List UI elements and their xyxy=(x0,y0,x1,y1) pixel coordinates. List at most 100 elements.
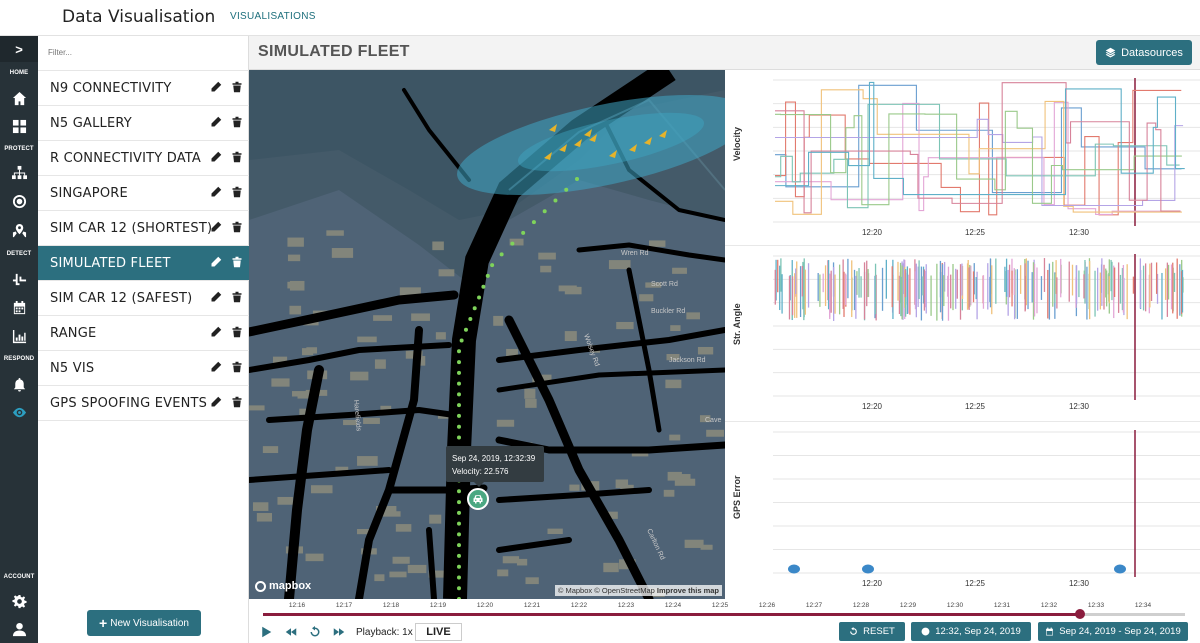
bar-chart-icon[interactable] xyxy=(8,326,30,346)
timeline-tick-label: 12:30 xyxy=(946,602,964,609)
building xyxy=(669,434,681,441)
dashboard-icon[interactable] xyxy=(8,116,30,136)
tooltip-velocity: Velocity: 22.576 xyxy=(452,467,509,476)
delete-icon[interactable] xyxy=(231,326,243,338)
target-icon[interactable] xyxy=(8,191,30,211)
timeline-tick-label: 12:25 xyxy=(711,602,729,609)
delete-icon[interactable] xyxy=(231,256,243,268)
building xyxy=(639,294,654,302)
map-canvas[interactable]: Wren Rd Scott Rd Buckler Rd Jackson Rd W… xyxy=(249,70,725,599)
timeline-handle[interactable] xyxy=(1074,609,1085,619)
rewind-icon xyxy=(285,628,297,636)
list-item[interactable]: R CONNECTIVITY DATA xyxy=(38,141,249,176)
building xyxy=(672,267,687,274)
building xyxy=(287,281,300,289)
vehicle-marker[interactable] xyxy=(467,488,489,510)
list-item[interactable]: N9 CONNECTIVITY xyxy=(38,71,249,106)
replay-button[interactable] xyxy=(309,623,321,641)
list-item[interactable]: N5 GALLERY xyxy=(38,106,249,141)
steering-angle-chart[interactable]: Str. Angle 12:20 12:25 12:30 xyxy=(725,246,1200,422)
bell-icon[interactable] xyxy=(8,374,30,394)
route-point xyxy=(457,413,461,418)
playback-speed[interactable]: Playback: 1x xyxy=(356,623,413,641)
route-point xyxy=(490,263,495,268)
list-item[interactable]: SINGAPORE xyxy=(38,176,249,211)
map-pin-icon[interactable] xyxy=(8,220,30,240)
gps-error-point[interactable] xyxy=(1114,564,1126,574)
rewind-button[interactable] xyxy=(285,623,297,641)
list-item[interactable]: N5 VIS xyxy=(38,351,249,386)
timeline-tick-label: 12:32 xyxy=(1040,602,1058,609)
charts-panel: Velocity 12:20 12:25 12:30 Str. Angle 12:2… xyxy=(725,70,1200,599)
reset-button[interactable]: RESET xyxy=(839,622,905,641)
edit-icon[interactable] xyxy=(210,291,222,303)
delete-icon[interactable] xyxy=(231,291,243,303)
route-point xyxy=(575,177,579,181)
edit-icon[interactable] xyxy=(210,396,222,408)
live-button[interactable]: LIVE xyxy=(415,623,462,641)
edit-icon[interactable] xyxy=(210,151,222,163)
velocity-chart[interactable]: Velocity 12:20 12:25 12:30 xyxy=(725,70,1200,246)
network-icon[interactable] xyxy=(8,162,30,182)
play-button[interactable] xyxy=(260,623,272,641)
timeline-tick-label: 12:16 xyxy=(288,602,306,609)
datasources-button[interactable]: Datasources xyxy=(1096,40,1192,65)
list-item[interactable]: SIM CAR 12 (SHORTEST) xyxy=(38,211,249,246)
delete-icon[interactable] xyxy=(231,221,243,233)
gear-icon[interactable] xyxy=(8,591,30,611)
gps-error-point[interactable] xyxy=(862,564,874,574)
filter-input[interactable] xyxy=(48,48,228,57)
new-visualisation-button[interactable]: + New Visualisation xyxy=(87,610,201,636)
list-item[interactable]: SIMULATED FLEET xyxy=(38,246,249,281)
edit-icon[interactable] xyxy=(210,116,222,128)
list-item-label: GPS SPOOFING EVENTS xyxy=(50,395,208,411)
edit-icon[interactable] xyxy=(210,221,222,233)
street-label: Wren Rd xyxy=(621,250,649,257)
tab-visualisations[interactable]: VISUALISATIONS xyxy=(230,11,316,22)
map-view[interactable]: Wren Rd Scott Rd Buckler Rd Jackson Rd W… xyxy=(249,70,725,599)
delete-icon[interactable] xyxy=(231,361,243,373)
attribution-text[interactable]: © Mapbox © OpenStreetMap xyxy=(558,586,655,595)
edit-icon[interactable] xyxy=(210,326,222,338)
timeline-tick-label: 12:34 xyxy=(1134,602,1152,609)
route-point xyxy=(457,435,461,440)
calendar-icon[interactable] xyxy=(8,297,30,317)
list-item[interactable]: GPS SPOOFING EVENTS xyxy=(38,386,249,421)
improve-map-link[interactable]: Improve this map xyxy=(657,586,719,595)
building xyxy=(615,479,629,489)
list-item[interactable]: SIM CAR 12 (SAFEST) xyxy=(38,281,249,316)
fast-forward-icon xyxy=(333,628,345,636)
current-time-button[interactable]: 12:32, Sep 24, 2019 xyxy=(911,622,1031,641)
delete-icon[interactable] xyxy=(231,151,243,163)
building xyxy=(547,528,563,534)
home-icon[interactable] xyxy=(8,88,30,108)
page-title: SIMULATED FLEET xyxy=(258,43,410,60)
edit-icon[interactable] xyxy=(210,81,222,93)
fast-forward-button[interactable] xyxy=(333,623,345,641)
pulse-icon[interactable] xyxy=(8,268,30,288)
route-point xyxy=(485,273,490,278)
delete-icon[interactable] xyxy=(231,116,243,128)
building xyxy=(256,513,273,522)
building xyxy=(407,564,427,574)
list-item-label: SIMULATED FLEET xyxy=(50,255,171,271)
gps-error-point[interactable] xyxy=(788,564,800,574)
route-point xyxy=(481,284,486,289)
expand-nav-button[interactable]: > xyxy=(0,36,38,62)
eye-icon[interactable] xyxy=(8,402,30,422)
route-point xyxy=(457,543,461,548)
date-range-button[interactable]: Sep 24, 2019 - Sep 24, 2019 xyxy=(1038,622,1188,641)
edit-icon[interactable] xyxy=(210,256,222,268)
list-item-label: R CONNECTIVITY DATA xyxy=(50,150,202,166)
delete-icon[interactable] xyxy=(231,186,243,198)
delete-icon[interactable] xyxy=(231,396,243,408)
x-tick-label: 12:25 xyxy=(965,402,986,411)
list-item[interactable]: RANGE xyxy=(38,316,249,351)
layers-icon xyxy=(1105,47,1116,58)
user-icon[interactable] xyxy=(8,619,30,639)
delete-icon[interactable] xyxy=(231,81,243,93)
gps-error-chart[interactable]: GPS Error 12:20 12:25 12:30 xyxy=(725,422,1200,599)
list-item-label: N5 GALLERY xyxy=(50,115,132,131)
edit-icon[interactable] xyxy=(210,186,222,198)
edit-icon[interactable] xyxy=(210,361,222,373)
